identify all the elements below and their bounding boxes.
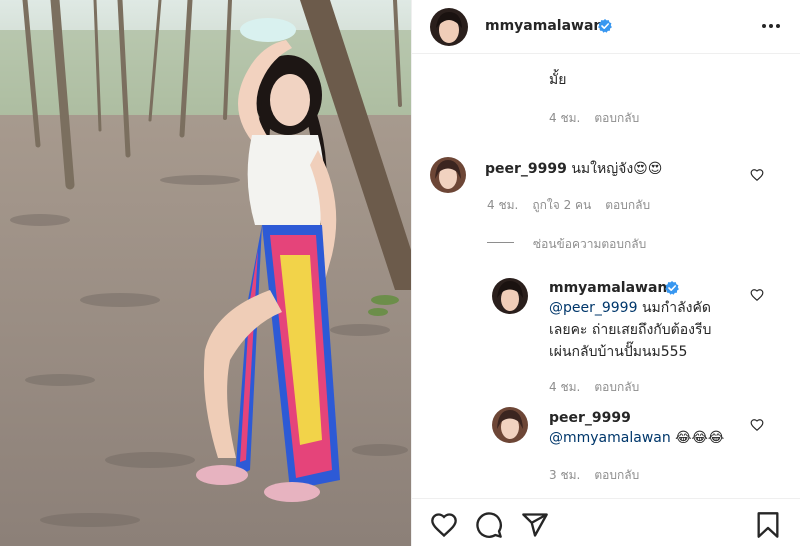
comment-time: 4 ชม. xyxy=(549,111,581,125)
heart-icon[interactable] xyxy=(430,511,458,539)
reply-time: 3 ชม. xyxy=(549,468,581,482)
reply-text-line2: เลยคะ ถ่ายเสยถึงกับต้องรีบ xyxy=(549,322,712,338)
more-horizontal-icon[interactable] xyxy=(760,17,782,35)
reply-like-heart-icon[interactable] xyxy=(750,418,764,432)
verified-badge-icon xyxy=(665,281,679,295)
reply-author-username[interactable]: mmyamalawan xyxy=(549,280,667,296)
reply-text: นมกำลังคัด xyxy=(637,300,711,316)
post-header: mmyamalawan xyxy=(412,0,800,54)
comment-meta: 4 ชม. ถูกใจ 2 คน ตอบกลับ xyxy=(487,196,664,215)
reply-text: 😂😂😂 xyxy=(670,430,725,446)
reply-like-heart-icon[interactable] xyxy=(750,288,764,302)
author-avatar[interactable] xyxy=(430,8,468,46)
mention-link[interactable]: @mmyamalawan xyxy=(549,430,671,446)
comment-time: 4 ชม. xyxy=(487,198,519,212)
reply-time: 4 ชม. xyxy=(549,380,581,394)
reply-meta: 3 ชม. ตอบกลับ xyxy=(549,466,653,485)
reply-button[interactable]: ตอบกลับ xyxy=(594,111,639,125)
author-username[interactable]: mmyamalawan xyxy=(485,18,603,34)
mention-link[interactable]: @peer_9999 xyxy=(549,300,638,316)
comment-likes[interactable]: ถูกใจ 2 คน xyxy=(532,198,591,212)
commenter-avatar[interactable] xyxy=(430,157,466,193)
reply-username: peer_9999 xyxy=(549,409,631,427)
reply-button[interactable]: ตอบกลับ xyxy=(594,380,639,394)
hide-replies-divider xyxy=(487,242,514,243)
hide-replies-button[interactable]: ซ่อนข้อความตอบกลับ xyxy=(533,235,646,254)
reply-text-line1: @mmyamalawan 😂😂😂 xyxy=(549,429,724,447)
post-action-bar xyxy=(412,498,800,546)
comment-icon[interactable] xyxy=(475,511,503,539)
reply-meta: 4 ชม. ตอบกลับ xyxy=(549,378,653,397)
comment-text-fragment: มั้ย xyxy=(549,72,567,88)
reply-button[interactable]: ตอบกลับ xyxy=(594,468,639,482)
reply-author-username[interactable]: peer_9999 xyxy=(549,410,631,426)
comment-text: นมใหญ่จัง😍😍 xyxy=(571,161,663,177)
post-photo xyxy=(0,0,411,546)
comment-body: peer_9999 นมใหญ่จัง😍😍 xyxy=(485,160,662,178)
bookmark-icon[interactable] xyxy=(754,511,782,539)
reply-author-avatar[interactable] xyxy=(492,407,528,443)
reply-username: mmyamalawan xyxy=(549,279,667,297)
reply-text-line3: เผ่นกลับบ้านปั๊มนม555 xyxy=(549,344,688,360)
share-icon[interactable] xyxy=(521,511,549,539)
verified-badge-icon xyxy=(598,19,612,33)
reply-text-line1: @peer_9999 นมกำลังคัด xyxy=(549,299,711,317)
reply-author-avatar[interactable] xyxy=(492,278,528,314)
comment-like-heart-icon[interactable] xyxy=(750,168,764,182)
reply-button[interactable]: ตอบกลับ xyxy=(605,198,650,212)
post-side-panel: mmyamalawan มั้ย 4 ชม. ตอบกลับ peer_9999 … xyxy=(411,0,800,546)
commenter-username[interactable]: peer_9999 xyxy=(485,161,567,177)
comment-meta: 4 ชม. ตอบกลับ xyxy=(549,109,653,128)
